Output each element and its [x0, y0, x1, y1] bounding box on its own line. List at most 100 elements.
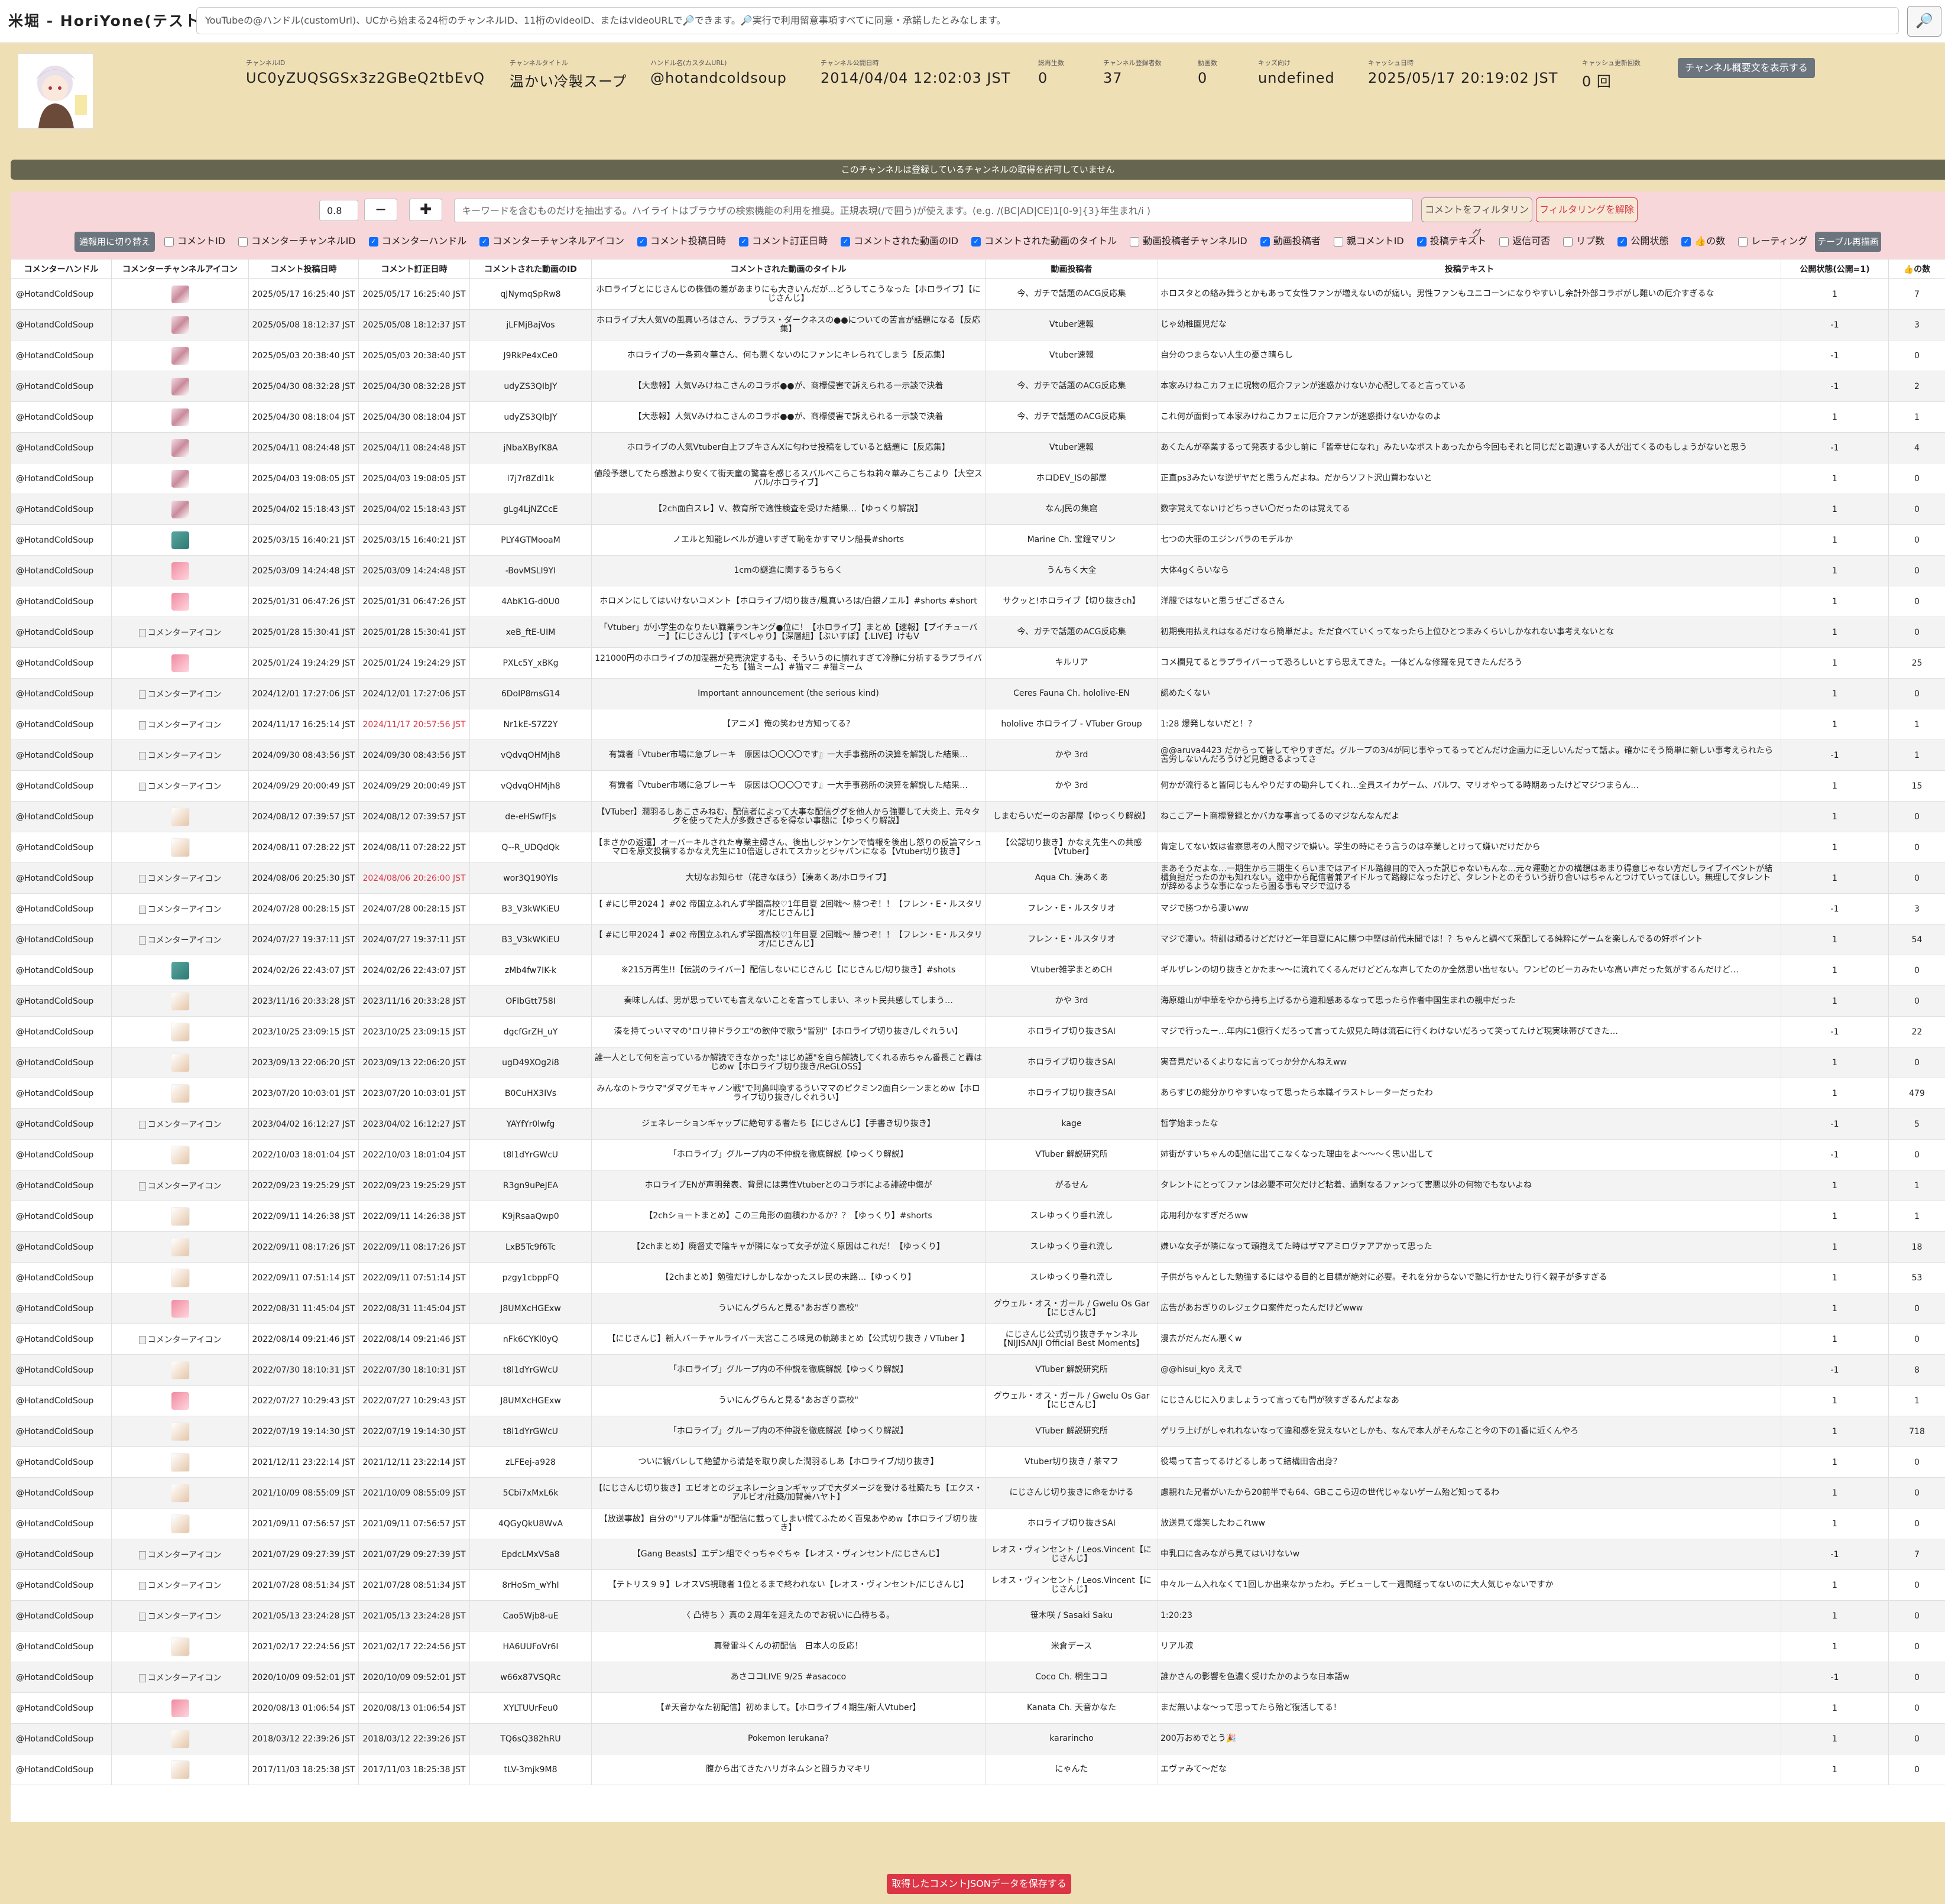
commenter-avatar-icon[interactable] — [171, 316, 189, 334]
commenter-avatar-icon[interactable] — [171, 469, 189, 488]
decrement-button[interactable]: − — [364, 199, 397, 221]
commenter-avatar-icon[interactable] — [170, 1268, 190, 1287]
commenter-avatar-icon[interactable] — [171, 346, 189, 365]
checkbox-unchecked-icon[interactable] — [1738, 236, 1748, 246]
save-json-button[interactable]: 取得したコメントJSONデータを保存する — [887, 1874, 1071, 1894]
column-header[interactable]: コメントされた動画のタイトル — [591, 259, 986, 279]
checkbox-checked-icon[interactable]: ✓ — [841, 236, 851, 246]
checkbox-unchecked-icon[interactable] — [238, 236, 248, 246]
redraw-table-button[interactable]: テーブル再描画 — [1815, 232, 1881, 252]
clear-filter-button[interactable]: フィルタリングを解除 — [1536, 197, 1638, 222]
filter-input[interactable]: キーワードを含むものだけを抽出する。ハイライトはブラウザの検索機能の利用を推奨。… — [454, 199, 1413, 222]
column-toggle[interactable]: コメンターチャンネルID — [238, 233, 356, 247]
column-toggle[interactable]: ✓ コメント訂正日時 — [739, 233, 828, 247]
checkbox-checked-icon[interactable]: ✓ — [1681, 236, 1691, 246]
search-input[interactable]: YouTubeの@ハンドル(customUrl)、UCから始まる24桁のチャンネ… — [196, 7, 1899, 34]
checkbox-checked-icon[interactable]: ✓ — [368, 236, 378, 246]
column-toggle-label: コメント投稿日時 — [650, 235, 727, 246]
commenter-avatar-icon[interactable] — [170, 991, 190, 1011]
increment-button[interactable]: ✚ — [409, 199, 442, 221]
column-header[interactable]: コメント投稿日時 — [248, 259, 359, 279]
checkbox-unchecked-icon[interactable] — [164, 236, 174, 246]
commenter-avatar-icon[interactable] — [170, 1053, 190, 1072]
column-toggle[interactable]: 返信可否 — [1499, 233, 1550, 247]
commenter-avatar-icon[interactable] — [170, 1637, 190, 1656]
report-mode-button[interactable]: 通報用に切り替え — [74, 232, 155, 252]
commenter-avatar-icon[interactable] — [170, 1729, 190, 1749]
commenter-avatar-icon[interactable] — [171, 562, 189, 580]
column-header[interactable]: コメント訂正日時 — [358, 259, 470, 279]
column-header[interactable]: 👍の数 — [1888, 259, 1945, 279]
checkbox-unchecked-icon[interactable] — [1130, 236, 1140, 246]
column-toggle[interactable]: ✓ 動画投稿者 — [1260, 233, 1321, 247]
column-header[interactable]: コメンターチャンネルアイコン — [111, 259, 249, 279]
checkbox-checked-icon[interactable]: ✓ — [971, 236, 981, 246]
commenter-avatar-icon[interactable] — [170, 1760, 190, 1779]
column-toggle[interactable]: ✓ 👍の数 — [1681, 233, 1725, 247]
commenter-avatar-icon[interactable] — [170, 1452, 190, 1472]
broken-image-icon: コメンターアイコン — [139, 1581, 222, 1591]
commenter-avatar-icon[interactable] — [171, 439, 189, 457]
checkbox-checked-icon[interactable]: ✓ — [637, 236, 647, 246]
commenter-avatar-icon[interactable] — [171, 377, 189, 395]
search-button[interactable]: 🔎 — [1907, 6, 1941, 37]
column-toggle[interactable]: ✓ コメント投稿日時 — [637, 233, 726, 247]
checkbox-checked-icon[interactable]: ✓ — [1617, 236, 1628, 246]
public-state: -1 — [1781, 340, 1889, 371]
commenter-avatar-icon[interactable] — [170, 1483, 190, 1503]
column-toggle[interactable]: 動画投稿者チャンネルID — [1130, 233, 1247, 247]
checkbox-checked-icon[interactable]: ✓ — [739, 236, 749, 246]
commenter-avatar-icon[interactable] — [170, 1084, 190, 1103]
column-toggle[interactable]: ✓ 公開状態 — [1617, 233, 1668, 247]
commenter-avatar-icon[interactable] — [171, 285, 189, 303]
commenter-avatar-icon[interactable] — [171, 531, 189, 549]
commenter-avatar-icon[interactable] — [171, 592, 189, 611]
commenter-avatar-icon[interactable] — [170, 1022, 190, 1042]
column-toggle[interactable]: ✓ 投稿テキスト — [1416, 233, 1486, 247]
commenter-handle: @HotandColdSoup — [11, 1446, 112, 1478]
commenter-avatar-icon[interactable] — [170, 1206, 190, 1226]
checkbox-unchecked-icon[interactable] — [1563, 236, 1573, 246]
commenter-avatar-icon[interactable] — [171, 408, 189, 426]
commenter-avatar-icon[interactable] — [170, 1145, 190, 1165]
video-title: 【まさかの返還】オーバーキルされた専業主婦さん、後出しジャンケンで情報を後出し怒… — [591, 832, 986, 863]
commenter-avatar-icon[interactable] — [171, 961, 189, 979]
commenter-avatar-icon[interactable] — [171, 500, 189, 518]
commenter-avatar-icon[interactable] — [170, 1422, 190, 1441]
commenter-avatar-icon[interactable] — [170, 838, 190, 857]
column-header[interactable]: コメントされた動画のID — [469, 259, 592, 279]
column-toggle[interactable]: ✓ コメンターハンドル — [368, 233, 466, 247]
column-header[interactable]: 投稿テキスト — [1158, 259, 1781, 279]
column-header[interactable]: 公開状態(公開=1) — [1781, 259, 1889, 279]
filter-button[interactable]: コメントをフィルタリング — [1421, 197, 1532, 239]
threshold-input[interactable]: 0.8 — [319, 200, 358, 221]
video-id: 4AbK1G-d0U0 — [469, 586, 592, 617]
column-toggle[interactable]: レーティング — [1738, 233, 1807, 247]
column-toggle[interactable]: 親コメントID — [1333, 233, 1404, 247]
commenter-avatar-icon[interactable] — [170, 1514, 190, 1533]
commenter-avatar-icon[interactable] — [170, 1237, 190, 1257]
column-toggle[interactable]: コメントID — [164, 233, 225, 247]
column-toggle[interactable]: リプ数 — [1563, 233, 1604, 247]
checkbox-checked-icon[interactable]: ✓ — [1260, 236, 1270, 246]
broken-image-icon: コメンターアイコン — [139, 1673, 222, 1683]
commenter-avatar-icon[interactable] — [170, 807, 190, 826]
column-toggle[interactable]: ✓ コメントされた動画のタイトル — [971, 233, 1117, 247]
commenter-avatar-icon[interactable] — [171, 654, 189, 672]
checkbox-unchecked-icon[interactable] — [1333, 236, 1343, 246]
edited-at: 2022/09/11 07:51:14 JST — [358, 1262, 470, 1293]
commenter-avatar-icon[interactable] — [171, 1699, 189, 1717]
table-row: @HotandColdSoup 2025/04/30 08:32:28 JST 20… — [11, 371, 1945, 402]
checkbox-unchecked-icon[interactable] — [1499, 236, 1509, 246]
commenter-icon-cell — [111, 524, 249, 556]
show-description-button[interactable]: チャンネル概要文を表示する — [1678, 58, 1815, 78]
commenter-avatar-icon[interactable] — [171, 1299, 189, 1318]
column-header[interactable]: 動画投稿者 — [985, 259, 1158, 279]
column-toggle[interactable]: ✓ コメントされた動画のID — [841, 233, 958, 247]
column-toggle[interactable]: ✓ コメンターチャンネルアイコン — [479, 233, 624, 247]
commenter-avatar-icon[interactable] — [171, 1391, 189, 1410]
column-header[interactable]: コメンターハンドル — [11, 259, 112, 279]
commenter-avatar-icon[interactable] — [170, 1360, 190, 1380]
checkbox-checked-icon[interactable]: ✓ — [479, 236, 490, 246]
checkbox-checked-icon[interactable]: ✓ — [1416, 236, 1427, 246]
